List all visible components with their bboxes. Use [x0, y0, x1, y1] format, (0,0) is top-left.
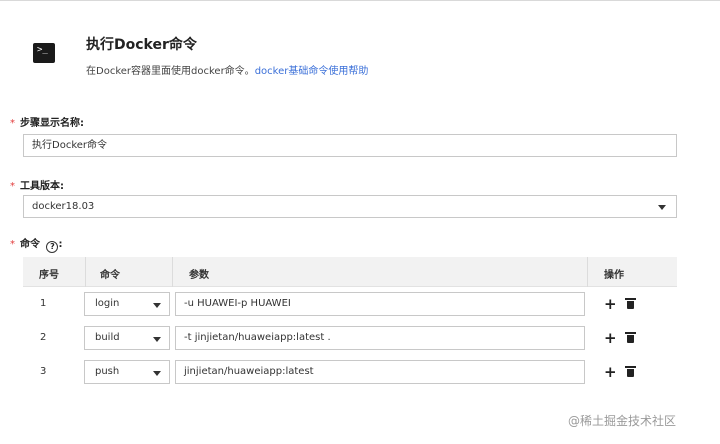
chevron-down-icon: [153, 337, 161, 342]
command-select[interactable]: build: [84, 326, 170, 350]
add-row-icon[interactable]: +: [604, 365, 617, 380]
chevron-down-icon: [153, 371, 161, 376]
tool-version-label: * 工具版本:: [10, 181, 64, 192]
column-header-index: 序号: [39, 270, 59, 281]
required-mark: *: [10, 239, 15, 250]
add-row-icon[interactable]: +: [604, 331, 617, 346]
command-select[interactable]: push: [84, 360, 170, 384]
trash-icon[interactable]: [625, 298, 636, 309]
params-input[interactable]: -t jinjietan/huaweiapp:latest .: [175, 326, 585, 350]
tool-version-select[interactable]: docker18.03: [23, 195, 677, 218]
commands-table-header: 序号 命令 参数 操作: [23, 257, 677, 287]
page-title: 执行Docker命令: [86, 37, 197, 53]
required-mark: *: [10, 181, 15, 192]
params-input[interactable]: jinjietan/huaweiapp:latest: [175, 360, 585, 384]
trash-icon[interactable]: [625, 366, 636, 377]
trash-icon[interactable]: [625, 332, 636, 343]
step-name-label: * 步骤显示名称:: [10, 118, 84, 129]
column-header-actions: 操作: [604, 270, 624, 281]
column-header-command: 命令: [100, 270, 120, 281]
top-divider: [0, 0, 720, 3]
command-select[interactable]: login: [84, 292, 170, 316]
column-separator: [587, 257, 588, 287]
row-index: 1: [40, 298, 47, 309]
page-description: 在Docker容器里面使用docker命令。docker基础命令使用帮助: [86, 62, 368, 77]
column-header-params: 参数: [189, 270, 209, 281]
params-input[interactable]: -u HUAWEI-p HUAWEI: [175, 292, 585, 316]
column-separator: [172, 257, 173, 287]
chevron-down-icon: [153, 303, 161, 308]
step-name-input[interactable]: 执行Docker命令: [23, 134, 677, 157]
description-text: 在Docker容器里面使用docker命令。: [86, 66, 255, 77]
docker-help-link[interactable]: docker基础命令使用帮助: [255, 66, 369, 77]
terminal-icon: >_: [33, 43, 55, 63]
required-mark: *: [10, 118, 15, 129]
commands-label: * 命令 ?:: [10, 239, 63, 253]
watermark: @稀土掘金技术社区: [568, 414, 677, 428]
column-separator: [85, 257, 86, 287]
add-row-icon[interactable]: +: [604, 297, 617, 312]
row-index: 2: [40, 332, 47, 343]
row-index: 3: [40, 366, 47, 377]
chevron-down-icon: [658, 205, 666, 210]
question-circle-icon[interactable]: ?: [46, 241, 59, 253]
